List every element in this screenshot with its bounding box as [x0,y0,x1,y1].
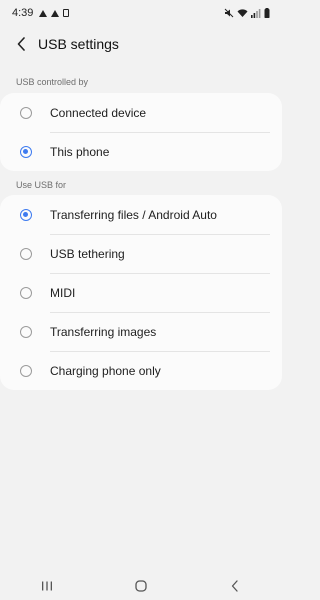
option-label: MIDI [50,285,76,300]
back-icon [231,580,238,592]
section-label-use-usb-for: Use USB for [16,180,67,190]
option-midi[interactable]: MIDI [0,273,282,312]
status-right [224,8,270,18]
option-label: This phone [50,144,110,159]
radio-button[interactable] [20,247,32,260]
option-label: Transferring files / Android Auto [50,207,217,222]
app-header: USB settings [0,28,282,60]
page-title: USB settings [38,36,119,52]
option-transferring-images[interactable]: Transferring images [0,312,282,351]
radio-button-checked[interactable] [20,145,32,158]
status-time: 4:39 [12,7,34,19]
status-left: 4:39 [12,7,70,19]
recent-apps-icon [42,581,52,591]
option-label: USB tethering [50,246,125,261]
option-label: Charging phone only [50,363,161,378]
mute-icon [224,8,234,18]
warning-icon [39,9,48,17]
radio-button[interactable] [20,286,32,299]
radio-button[interactable] [20,106,32,119]
section-label-usb-controlled-by: USB controlled by [16,77,89,87]
home-button[interactable] [121,574,161,598]
radio-button[interactable] [20,364,32,377]
radio-button-checked[interactable] [20,208,32,221]
navigation-bar [0,572,282,600]
use-usb-for-card: Transferring files / Android Auto USB te… [0,195,282,390]
option-transferring-files[interactable]: Transferring files / Android Auto [0,195,282,234]
option-label: Transferring images [50,324,157,339]
signal-icon [251,9,261,18]
option-connected-device[interactable]: Connected device [0,93,282,132]
recent-apps-button[interactable] [27,574,67,598]
chevron-left-icon [17,37,25,51]
usb-controlled-by-card: Connected device This phone [0,93,282,171]
wifi-icon [237,9,248,17]
option-charging-phone-only[interactable]: Charging phone only [0,351,282,390]
nav-back-button[interactable] [215,574,255,598]
option-usb-tethering[interactable]: USB tethering [0,234,282,273]
option-label: Connected device [50,105,147,120]
option-this-phone[interactable]: This phone [0,132,282,171]
home-icon [135,580,147,592]
sim-icon [63,9,70,17]
status-bar: 4:39 [0,0,282,26]
radio-button[interactable] [20,325,32,338]
battery-icon [264,8,270,18]
warning-icon [51,9,60,17]
back-button[interactable] [8,30,36,58]
